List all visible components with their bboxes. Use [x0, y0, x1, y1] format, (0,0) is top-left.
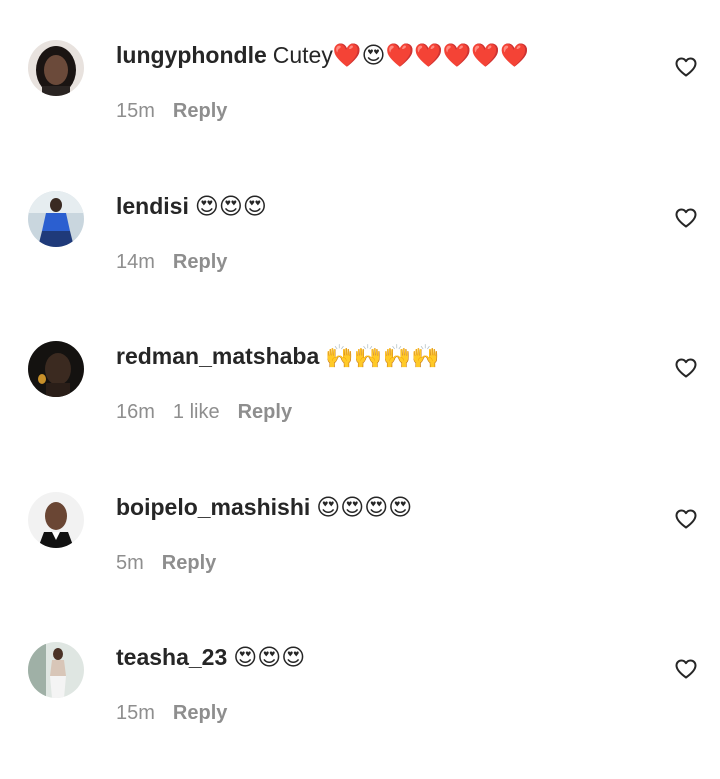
comment-time: 16m	[116, 401, 155, 423]
comment-line: teasha_23 😍😍😍	[116, 642, 305, 672]
avatar[interactable]	[28, 341, 84, 397]
comment-text: 😍😍😍	[233, 644, 306, 670]
comment-time: 14m	[116, 251, 155, 273]
comment-line: lendisi 😍😍😍	[116, 191, 267, 221]
reply-button[interactable]: Reply	[162, 552, 216, 574]
heart-outline-icon[interactable]	[674, 55, 698, 79]
comment-meta: 5m Reply	[116, 550, 234, 576]
username[interactable]: lungyphondle	[116, 42, 267, 68]
comment-line: redman_matshaba 🙌🙌🙌🙌	[116, 341, 440, 371]
comment-item: boipelo_mashishi 😍😍😍😍 5m Reply	[0, 452, 720, 602]
username[interactable]: teasha_23	[116, 644, 227, 670]
comment-item: lungyphondle Cutey❤️😍❤️❤️❤️❤️❤️ 15m Reply	[0, 0, 720, 150]
heart-outline-icon[interactable]	[674, 507, 698, 531]
reply-button[interactable]: Reply	[173, 251, 227, 273]
comment-item: teasha_23 😍😍😍 15m Reply	[0, 602, 720, 752]
reply-button[interactable]: Reply	[238, 401, 292, 423]
comment-time: 15m	[116, 100, 155, 122]
avatar[interactable]	[28, 492, 84, 548]
avatar[interactable]	[28, 191, 84, 247]
comment-text: 😍😍😍	[194, 193, 267, 219]
like-count[interactable]: 1 like	[173, 401, 220, 423]
reply-button[interactable]: Reply	[173, 702, 227, 724]
avatar[interactable]	[28, 642, 84, 698]
reply-button[interactable]: Reply	[173, 100, 227, 122]
comment-item: lendisi 😍😍😍 14m Reply	[0, 151, 720, 301]
comment-line: lungyphondle Cutey❤️😍❤️❤️❤️❤️❤️	[116, 40, 529, 70]
comment-meta: 15m Reply	[116, 98, 245, 124]
comment-time: 15m	[116, 702, 155, 724]
comment-meta: 15m Reply	[116, 700, 245, 726]
comment-text: 😍😍😍😍	[316, 494, 413, 520]
comment-text: 🙌🙌🙌🙌	[325, 343, 440, 369]
username[interactable]: redman_matshaba	[116, 343, 319, 369]
comment-meta: 16m 1 like Reply	[116, 399, 310, 425]
username[interactable]: lendisi	[116, 193, 189, 219]
username[interactable]: boipelo_mashishi	[116, 494, 310, 520]
comment-time: 5m	[116, 552, 144, 574]
heart-outline-icon[interactable]	[674, 657, 698, 681]
avatar[interactable]	[28, 40, 84, 96]
comment-line: boipelo_mashishi 😍😍😍😍	[116, 492, 412, 522]
heart-outline-icon[interactable]	[674, 206, 698, 230]
heart-outline-icon[interactable]	[674, 356, 698, 380]
comment-item: redman_matshaba 🙌🙌🙌🙌 16m 1 like Reply	[0, 301, 720, 451]
comment-meta: 14m Reply	[116, 249, 245, 275]
comment-text: Cutey❤️😍❤️❤️❤️❤️❤️	[272, 42, 529, 68]
